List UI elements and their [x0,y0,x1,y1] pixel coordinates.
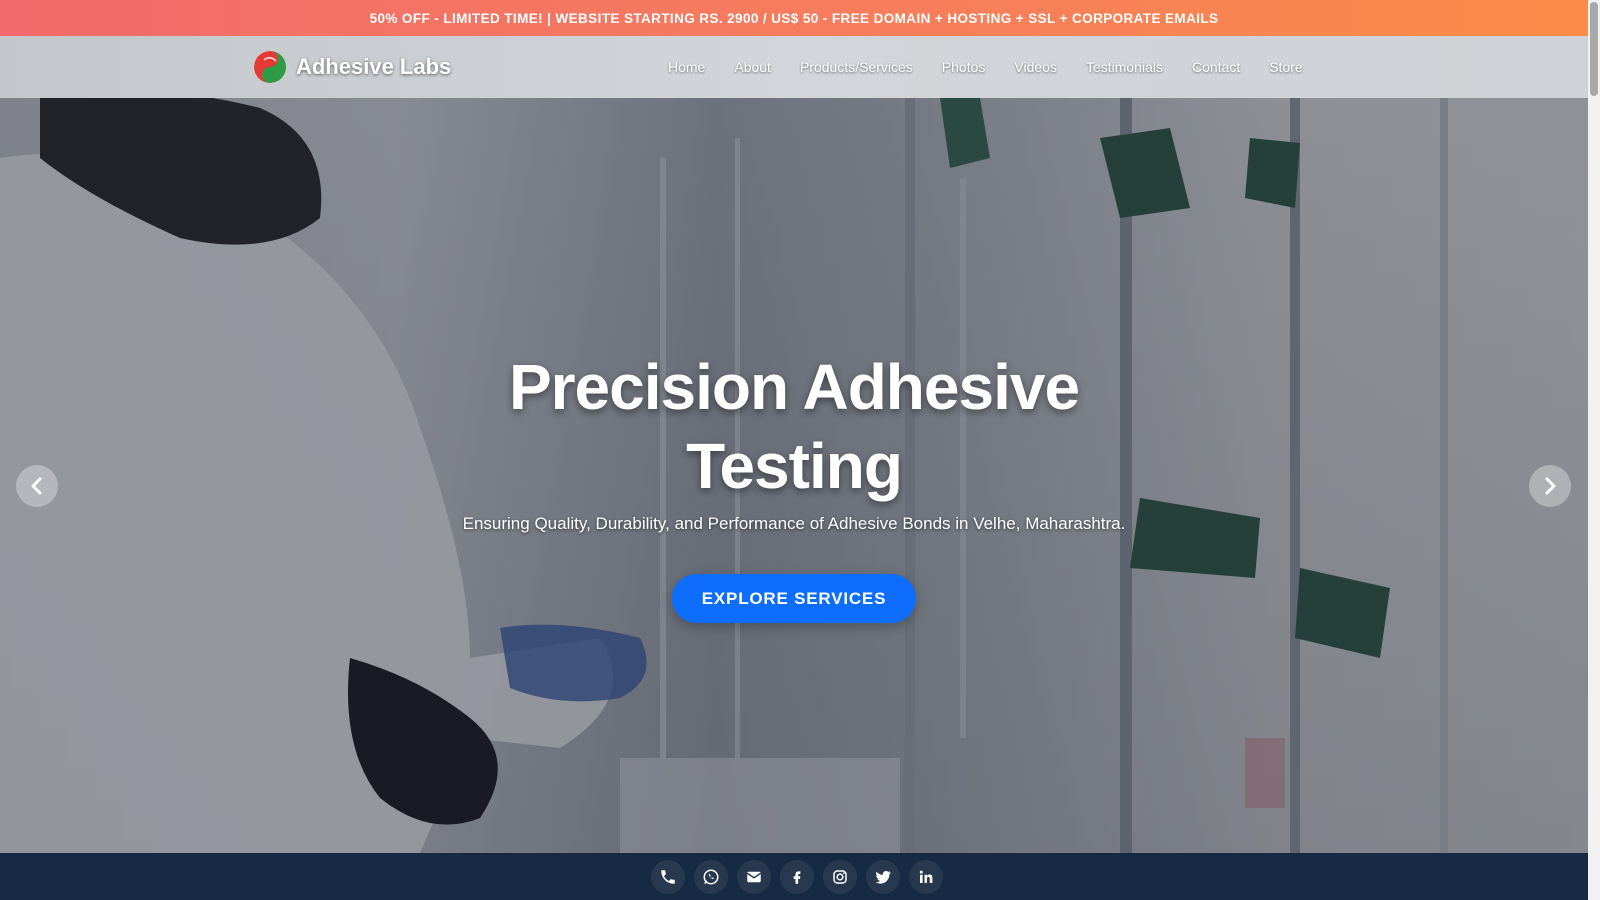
nav-item-home[interactable]: Home [668,59,705,75]
promo-text: 50% OFF - LIMITED TIME! | WEBSITE STARTI… [369,10,1219,26]
hero-subtitle: Ensuring Quality, Durability, and Perfor… [462,514,1126,533]
phone-icon [661,869,675,884]
nav-item-photos[interactable]: Photos [942,59,986,75]
instagram-icon [833,869,847,884]
brand-link[interactable]: Adhesive Labs [254,49,451,85]
linkedin-button[interactable] [909,859,943,894]
nav-item-contact[interactable]: Contact [1192,59,1240,75]
phone-button[interactable] [651,859,685,894]
hero-carousel: Precision Adhesive Testing Ensuring Qual… [0,98,1588,853]
linkedin-icon [919,870,933,883]
social-icons [651,859,943,894]
brand-logo-icon [254,51,286,83]
instagram-button[interactable] [823,859,857,894]
chevron-right-icon [1545,477,1556,495]
twitter-button[interactable] [866,859,900,894]
whatsapp-icon [703,869,719,884]
email-button[interactable] [737,859,771,894]
main-nav: Home About Products/Services Photos Vide… [668,36,1303,98]
carousel-prev-button[interactable] [16,465,58,507]
chevron-left-icon [31,477,42,495]
brand-name: Adhesive Labs [296,54,452,79]
whatsapp-button[interactable] [694,859,728,894]
social-footer-bar [0,853,1588,900]
hero-title-line-1: Precision Adhesive [508,351,1080,423]
facebook-button[interactable] [780,859,814,894]
hero-title-line-2: Testing [686,430,903,502]
page-scrollbar[interactable] [1588,0,1600,900]
scrollbar-thumb[interactable] [1590,2,1598,96]
carousel-next-button[interactable] [1529,465,1571,507]
facebook-icon [793,870,801,884]
nav-item-store[interactable]: Store [1269,59,1302,75]
email-icon [746,871,762,882]
nav-item-testimonials[interactable]: Testimonials [1086,59,1163,75]
explore-services-button[interactable]: EXPLORE SERVICES [672,574,916,623]
twitter-icon [875,870,891,884]
nav-item-about[interactable]: About [734,59,771,75]
navbar: Adhesive Labs Home About Products/Servic… [0,36,1588,98]
hero-title: Precision Adhesive Testing [394,348,1194,506]
nav-item-products-services[interactable]: Products/Services [800,59,913,75]
nav-item-videos[interactable]: Videos [1014,59,1057,75]
promo-banner: 50% OFF - LIMITED TIME! | WEBSITE STARTI… [0,0,1588,36]
hero-content: Precision Adhesive Testing Ensuring Qual… [0,98,1588,853]
